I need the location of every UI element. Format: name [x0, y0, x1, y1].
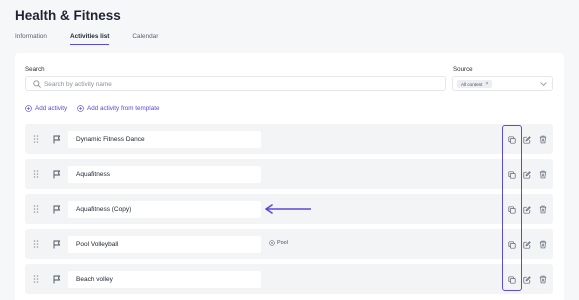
tab-calendar[interactable]: Calendar	[132, 33, 158, 45]
tab-activities-list[interactable]: Activities list	[69, 33, 110, 45]
duplicate-icon	[508, 275, 516, 284]
flag-button[interactable]	[49, 166, 65, 182]
edit-icon	[523, 240, 531, 249]
flag-icon	[53, 135, 61, 143]
edit-icon	[523, 275, 531, 284]
flag-button[interactable]	[49, 131, 65, 147]
activity-name-field[interactable]: Pool Volleyball	[68, 236, 261, 253]
add-from-template-label: Add activity from template	[87, 105, 160, 112]
duplicate-button[interactable]	[506, 133, 518, 146]
activity-name-field[interactable]: Beach volley	[68, 271, 261, 288]
edit-button[interactable]	[521, 133, 533, 146]
chip-remove-icon[interactable]: ×	[485, 81, 488, 87]
edit-button[interactable]	[521, 203, 533, 216]
flag-icon	[53, 205, 61, 213]
tab-bar: Information Activities list Calendar	[15, 33, 181, 45]
drag-handle-icon[interactable]	[33, 170, 39, 178]
flag-icon	[53, 275, 61, 283]
activity-tag-label: Pool	[277, 240, 288, 246]
edit-button[interactable]	[521, 238, 533, 251]
activity-name-field[interactable]: Dynamic Fitness Dance	[68, 131, 261, 148]
duplicate-icon	[508, 240, 516, 249]
activity-name-field[interactable]: Aquafitness	[68, 166, 261, 183]
trash-icon	[539, 240, 547, 249]
edit-icon	[523, 135, 531, 144]
flag-button[interactable]	[49, 201, 65, 217]
trash-icon	[539, 135, 547, 144]
delete-button[interactable]	[537, 203, 549, 216]
flag-icon	[53, 170, 61, 178]
source-select[interactable]: All content ×	[452, 76, 553, 91]
tab-information[interactable]: Information	[15, 33, 47, 45]
source-chip: All content ×	[457, 80, 493, 88]
add-activity-button[interactable]: Add activity	[25, 105, 67, 112]
search-field[interactable]	[25, 76, 446, 91]
duplicate-icon	[508, 205, 516, 214]
activity-row: Pool Volleyball Pool	[25, 229, 553, 259]
trash-icon	[539, 205, 547, 214]
delete-button[interactable]	[537, 133, 549, 146]
search-icon	[33, 80, 41, 88]
edit-icon	[523, 170, 531, 179]
delete-button[interactable]	[537, 238, 549, 251]
edit-button[interactable]	[521, 273, 533, 286]
duplicate-icon	[508, 170, 516, 179]
arrow-left-icon	[265, 204, 311, 214]
flag-button[interactable]	[49, 236, 65, 252]
duplicate-button[interactable]	[506, 238, 518, 251]
drag-handle-icon[interactable]	[33, 240, 39, 248]
flag-button[interactable]	[49, 271, 65, 287]
duplicate-button[interactable]	[506, 203, 518, 216]
activity-row: Beach volley	[25, 264, 553, 294]
search-label: Search	[25, 66, 45, 73]
add-from-template-button[interactable]: Add activity from template	[77, 105, 159, 112]
source-label: Source	[453, 66, 473, 73]
edit-button[interactable]	[521, 168, 533, 181]
delete-button[interactable]	[537, 168, 549, 181]
edit-icon	[523, 205, 531, 214]
search-input[interactable]	[44, 79, 434, 89]
flag-icon	[53, 240, 61, 248]
page-title: Health & Fitness	[15, 8, 121, 23]
drag-handle-icon[interactable]	[33, 205, 39, 213]
plus-circle-icon	[77, 105, 84, 112]
drag-handle-icon[interactable]	[33, 135, 39, 143]
duplicate-button[interactable]	[506, 168, 518, 181]
activity-row: Dynamic Fitness Dance	[25, 124, 553, 154]
tag-icon	[269, 240, 275, 246]
activity-name-field[interactable]: Aquafitness (Copy)	[68, 201, 261, 218]
activity-row: Aquafitness	[25, 159, 553, 189]
delete-button[interactable]	[537, 273, 549, 286]
trash-icon	[539, 275, 547, 284]
duplicate-button[interactable]	[506, 273, 518, 286]
activity-tag: Pool	[269, 240, 288, 246]
source-chip-label: All content	[461, 81, 483, 87]
trash-icon	[539, 170, 547, 179]
duplicate-icon	[508, 135, 516, 144]
chevron-down-icon[interactable]	[540, 81, 547, 87]
plus-circle-icon	[25, 105, 32, 112]
add-activity-label: Add activity	[35, 105, 68, 112]
drag-handle-icon[interactable]	[33, 275, 39, 283]
